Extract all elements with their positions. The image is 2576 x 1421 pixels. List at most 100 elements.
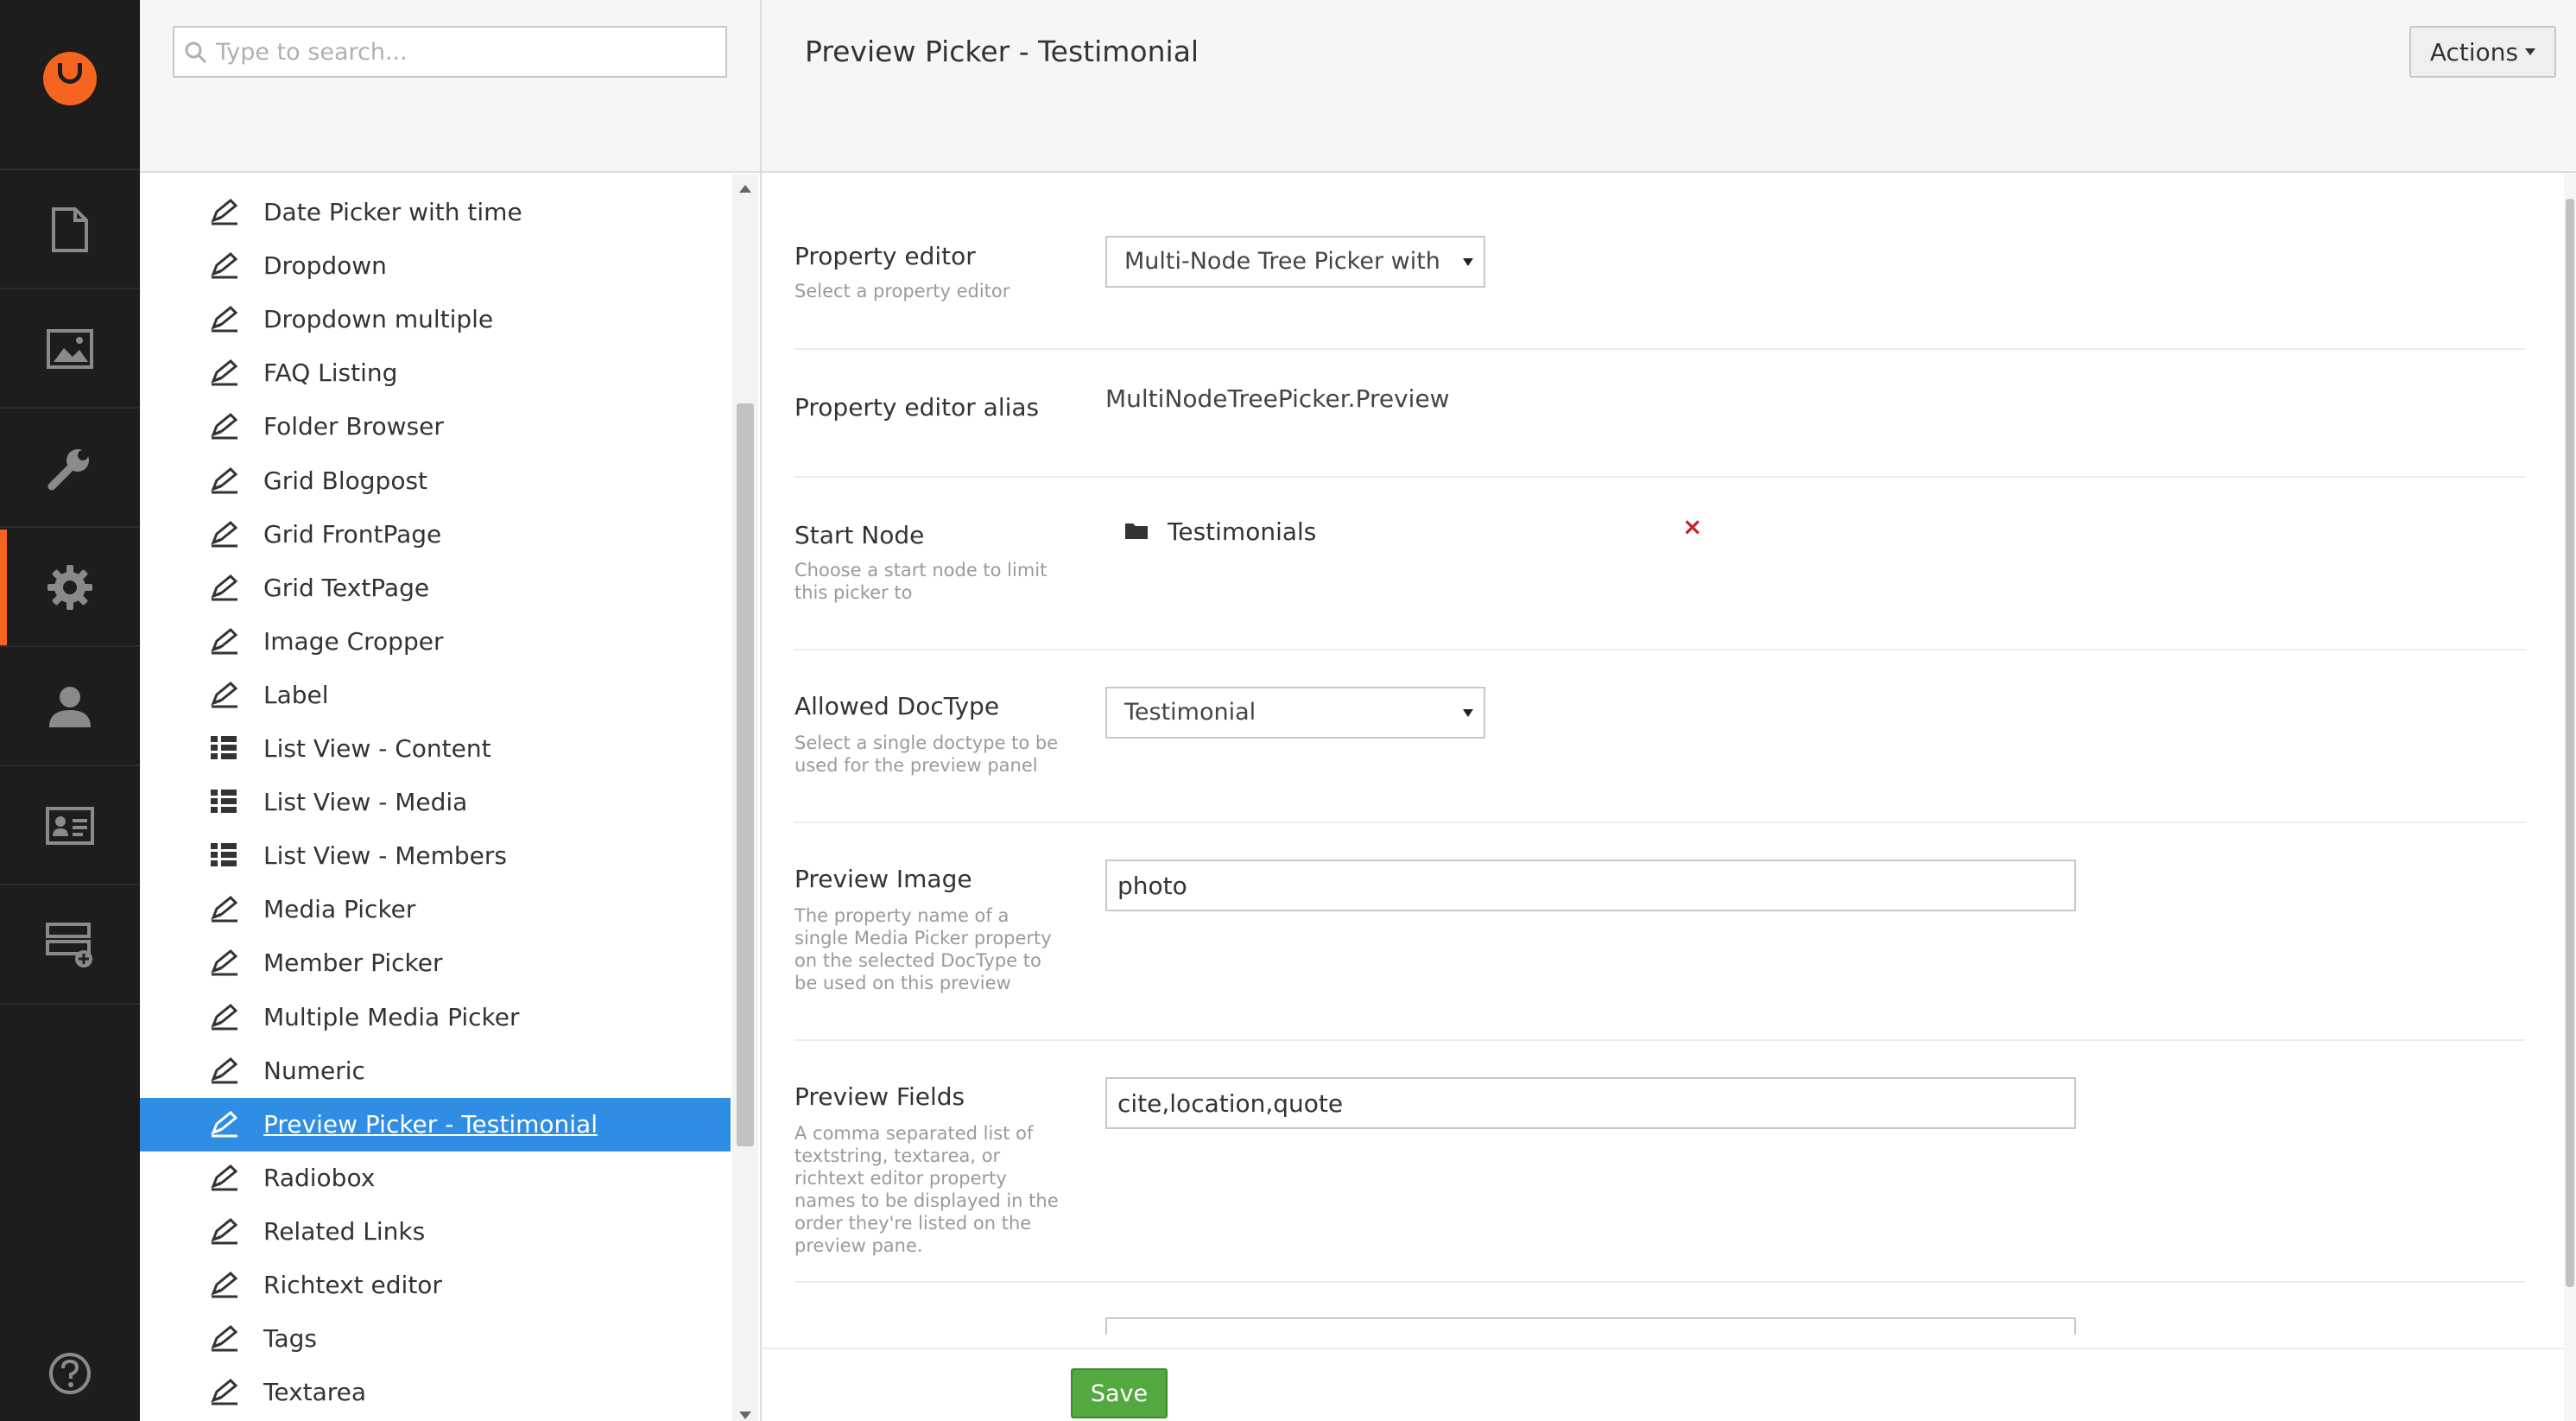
edit-icon xyxy=(209,1217,240,1247)
start-node-label: Start Node xyxy=(794,521,925,549)
allowed-doctype-select[interactable]: Testimonial xyxy=(1105,687,1485,739)
preview-fields-label: Preview Fields xyxy=(794,1082,965,1111)
document-icon xyxy=(52,207,88,252)
edit-icon xyxy=(209,358,240,388)
edit-icon xyxy=(209,251,240,281)
tree-item[interactable]: Dropdown xyxy=(140,239,731,293)
edit-icon xyxy=(209,466,240,496)
tree-header xyxy=(140,0,760,173)
preview-image-label: Preview Image xyxy=(794,865,972,893)
tree-item[interactable]: List View - Content xyxy=(140,722,731,776)
tree-item[interactable]: FAQ Listing xyxy=(140,346,731,400)
tree-item[interactable]: Date Picker with time xyxy=(140,186,731,239)
tree-panel: Date Picker with time Dropdown Dropdown mu… xyxy=(140,0,762,1421)
tree-item-label: Date Picker with time xyxy=(263,198,522,226)
settings-section[interactable] xyxy=(0,530,140,647)
tree-item-label: Radiobox xyxy=(263,1163,376,1192)
tree-item[interactable]: Textarea xyxy=(140,1366,731,1419)
edit-icon xyxy=(209,948,240,978)
developer-section[interactable] xyxy=(0,410,140,528)
preview-fields-description: A comma separated list of textstring, te… xyxy=(794,1123,1059,1256)
preview-fields-input[interactable] xyxy=(1105,1077,2076,1129)
tree-item-label: List View - Content xyxy=(263,734,491,763)
dropdown-arrow-icon xyxy=(1463,709,1473,717)
tree-item-label: Textarea xyxy=(263,1378,367,1407)
tree-item[interactable]: List View - Members xyxy=(140,829,731,883)
tree-item[interactable]: Richtext editor xyxy=(140,1259,731,1312)
tree-item[interactable]: Image Cropper xyxy=(140,615,731,669)
property-editor-select[interactable]: Multi-Node Tree Picker with xyxy=(1105,236,1485,288)
edit-icon xyxy=(209,1110,240,1139)
forms-section[interactable] xyxy=(0,887,140,1005)
wrench-icon xyxy=(47,449,89,491)
scrollbar-thumb[interactable] xyxy=(737,403,754,1146)
list-icon xyxy=(209,788,240,817)
umbraco-logo-icon[interactable] xyxy=(43,52,97,105)
preview-image-description: The property name of a single Media Pick… xyxy=(794,905,1052,993)
page-title: Preview Picker - Testimonial xyxy=(805,35,1199,68)
property-editor-alias-label: Property editor alias xyxy=(794,393,1040,422)
tree-item-label: Member Picker xyxy=(263,948,443,978)
editor-scrollbar[interactable] xyxy=(2564,173,2576,1421)
tree-item[interactable]: List View - Media xyxy=(140,776,731,829)
search-input[interactable] xyxy=(216,28,717,76)
tree-item[interactable]: Tags xyxy=(140,1312,731,1366)
tree-item[interactable]: Grid TextPage xyxy=(140,561,731,615)
preview-image-row: Preview Image The property name of a sin… xyxy=(794,823,2525,1041)
scrollbar-thumb[interactable] xyxy=(2566,199,2574,1287)
tree-item[interactable]: Dropdown multiple xyxy=(140,293,731,346)
tree-item[interactable]: Label xyxy=(140,669,731,722)
tree-item-label: List View - Media xyxy=(263,788,468,817)
property-editor-label: Property editor xyxy=(794,242,976,270)
media-section[interactable] xyxy=(0,291,140,409)
next-field-input[interactable] xyxy=(1105,1317,2076,1335)
tree-item-label: Media Picker xyxy=(263,895,416,924)
search-icon xyxy=(185,41,207,64)
remove-node-icon[interactable]: × xyxy=(1682,512,1702,541)
save-button[interactable]: Save xyxy=(1071,1368,1168,1418)
tree-item[interactable]: Numeric xyxy=(140,1044,731,1098)
tree-item[interactable]: Grid Blogpost xyxy=(140,454,731,508)
tree-item[interactable]: Grid FrontPage xyxy=(140,508,731,561)
list-icon xyxy=(209,734,240,764)
help-icon xyxy=(49,1353,91,1394)
tree-item[interactable]: Related Links xyxy=(140,1205,731,1259)
tree-item-label: Preview Picker - Testimonial xyxy=(263,1109,598,1139)
tree-item[interactable]: Preview Picker - Testimonial xyxy=(140,1097,731,1151)
tree-item[interactable]: Member Picker xyxy=(140,936,731,990)
id-card-icon xyxy=(46,807,94,845)
edit-icon xyxy=(209,1003,240,1032)
property-editor-row: Property editor Select a property editor… xyxy=(794,181,2525,350)
tree-item-label: Multiple Media Picker xyxy=(263,1002,520,1031)
tree-item[interactable]: Media Picker xyxy=(140,883,731,936)
scroll-up-arrow-icon[interactable] xyxy=(739,185,751,193)
actions-button[interactable]: Actions xyxy=(2409,26,2556,78)
content-section[interactable] xyxy=(0,172,140,289)
property-form: Property editor Select a property editor… xyxy=(794,181,2530,1348)
users-section[interactable] xyxy=(0,649,140,766)
tree-item[interactable]: Folder Browser xyxy=(140,400,731,454)
editor-main: Preview Picker - Testimonial Actions Pro… xyxy=(762,0,2576,1421)
tree-item[interactable]: Radiobox xyxy=(140,1151,731,1205)
tree-item-label: Tags xyxy=(263,1324,317,1354)
tree-item-label: Image Cropper xyxy=(263,626,444,656)
start-node-name: Testimonials xyxy=(1168,517,1317,546)
edit-icon xyxy=(209,1164,240,1193)
logo-area[interactable] xyxy=(0,0,140,170)
preview-image-input[interactable] xyxy=(1105,860,2076,911)
edit-icon xyxy=(209,895,240,924)
tree-item[interactable]: Multiple Media Picker xyxy=(140,991,731,1044)
edit-icon xyxy=(209,412,240,441)
tree-item-label: Folder Browser xyxy=(263,412,444,441)
tree-item-label: List View - Members xyxy=(263,841,507,871)
scroll-down-arrow-icon[interactable] xyxy=(739,1411,751,1419)
tree-scrollbar[interactable] xyxy=(732,174,758,1421)
edit-icon xyxy=(209,1378,240,1407)
search-box[interactable] xyxy=(173,26,727,78)
gear-icon xyxy=(47,565,92,610)
members-section[interactable] xyxy=(0,768,140,885)
tree-item-label: Label xyxy=(263,680,329,709)
folder-icon xyxy=(1125,523,1148,539)
start-node-row: Start Node Choose a start node to limit … xyxy=(794,478,2525,650)
help-button[interactable] xyxy=(0,1330,140,1417)
